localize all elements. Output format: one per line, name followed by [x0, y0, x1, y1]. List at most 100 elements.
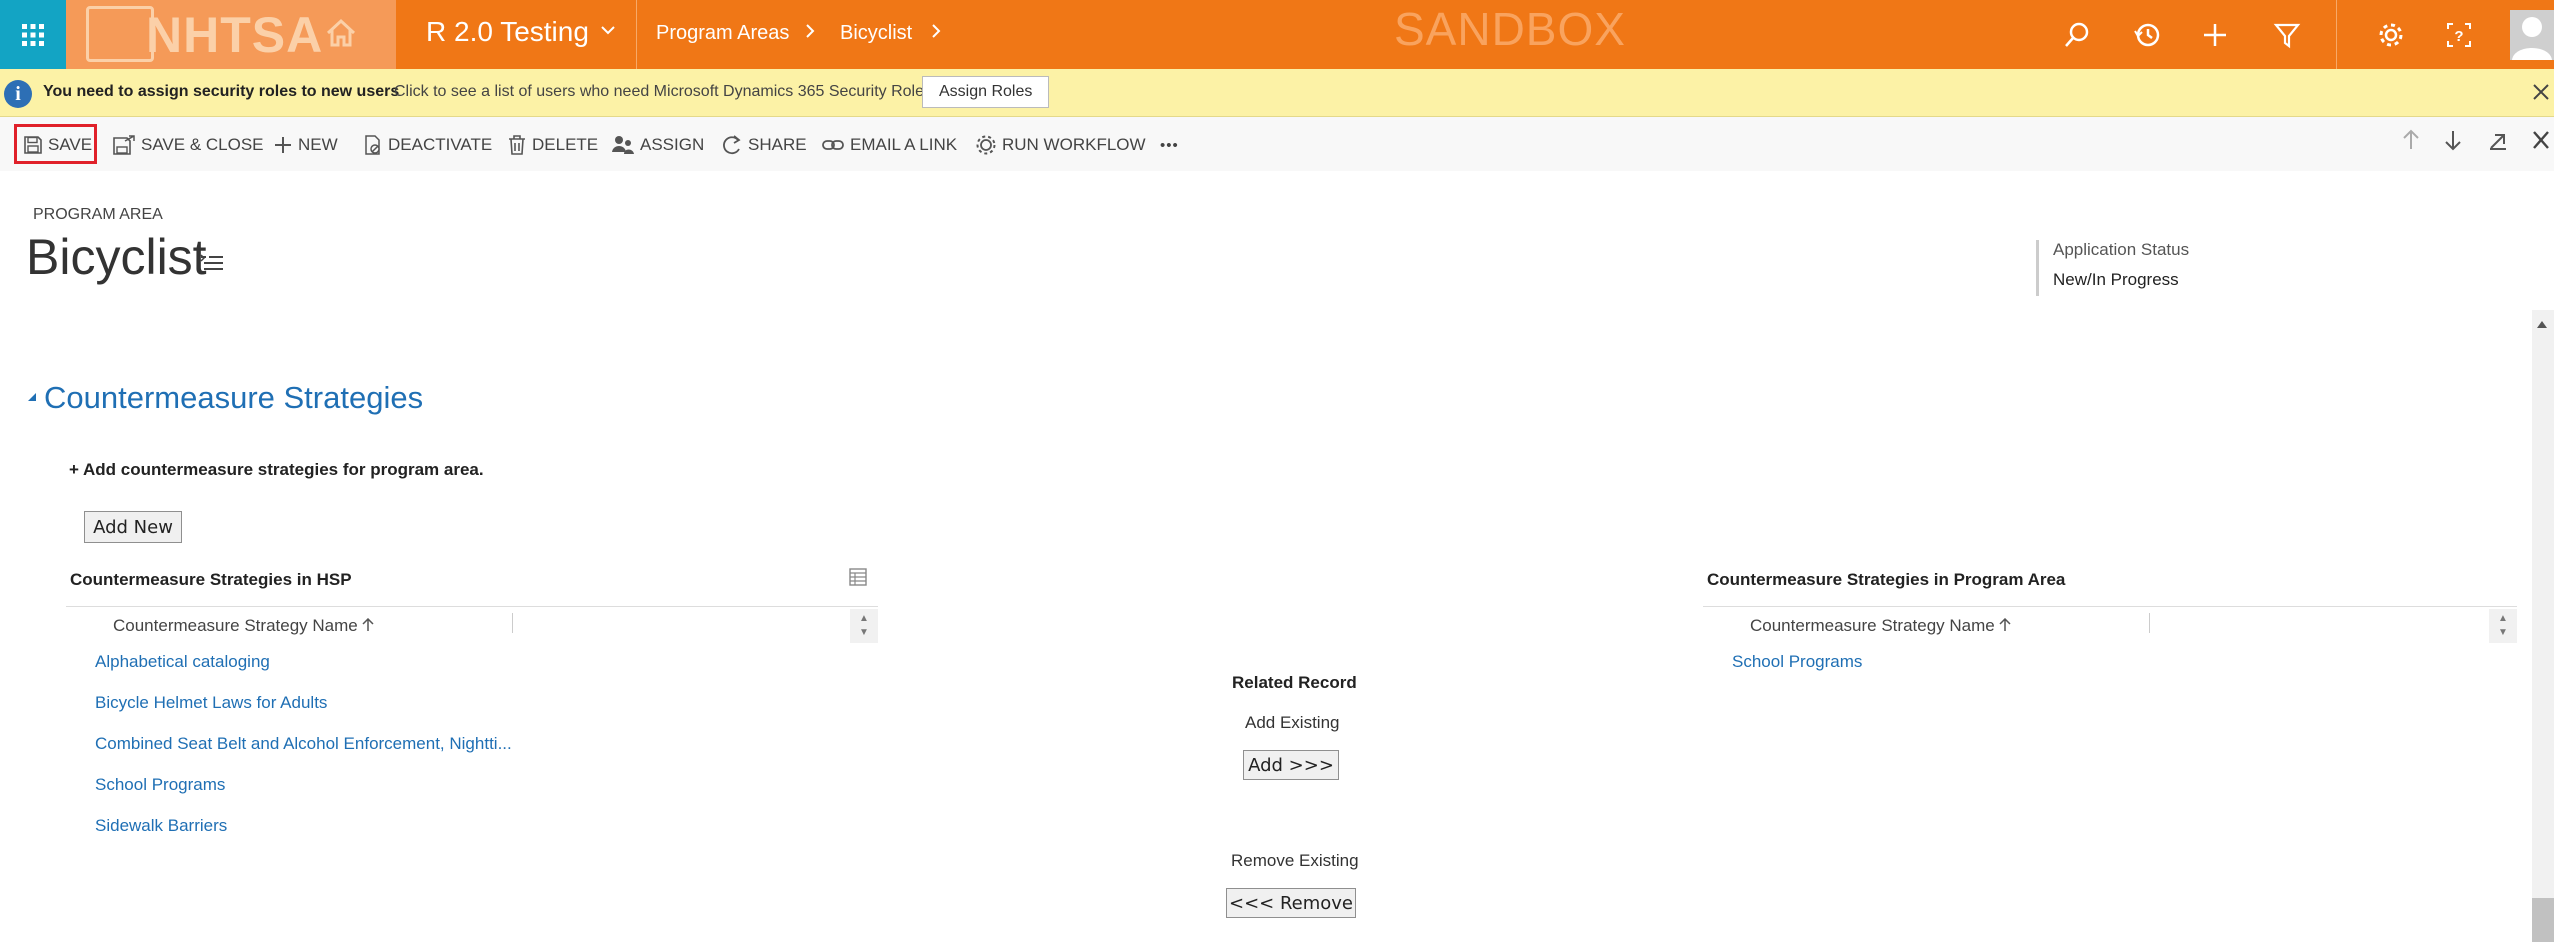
save-close-icon: [113, 135, 135, 155]
deactivate-icon: [365, 135, 380, 155]
application-status-label: Application Status: [2053, 240, 2190, 259]
sandbox-watermark: SANDBOX: [1394, 3, 1626, 55]
share-button[interactable]: SHARE: [722, 131, 807, 159]
assign-roles-button[interactable]: Assign Roles: [922, 76, 1050, 108]
assign-button[interactable]: ASSIGN: [612, 131, 704, 159]
email-link-button[interactable]: EMAIL A LINK: [822, 131, 957, 159]
logo-badge: [86, 6, 154, 62]
plus-icon: [275, 137, 291, 153]
grid-scroll-icon[interactable]: ▲ ▼: [2489, 609, 2517, 643]
column-header-name[interactable]: Countermeasure Strategy Name: [1750, 616, 2011, 636]
plus-icon[interactable]: [2198, 18, 2232, 52]
grid-view-icon[interactable]: [849, 568, 867, 591]
delete-label: DELETE: [532, 135, 599, 154]
deactivate-button[interactable]: DEACTIVATE: [364, 131, 492, 159]
save-label: SAVE: [48, 135, 93, 154]
scrollbar-thumb[interactable]: [2532, 898, 2554, 942]
column-header-label: Countermeasure Strategy Name: [113, 616, 358, 635]
share-label: SHARE: [748, 135, 807, 154]
divider: [636, 0, 637, 69]
column-header-name[interactable]: Countermeasure Strategy Name: [113, 616, 374, 636]
gear-icon[interactable]: [2374, 18, 2408, 52]
save-icon: [24, 136, 42, 154]
pop-out-icon[interactable]: [2489, 129, 2507, 157]
user-avatar-icon[interactable]: [2510, 10, 2554, 60]
entity-type-label: PROGRAM AREA: [33, 206, 163, 223]
add-new-button[interactable]: Add New: [84, 511, 182, 543]
add-button[interactable]: Add >>>: [1243, 750, 1339, 780]
divider: [2336, 0, 2337, 69]
waffle-icon[interactable]: [0, 0, 66, 69]
section-title[interactable]: Countermeasure Strategies: [44, 380, 423, 416]
command-bar: SAVE SAVE & CLOSE NEW DEACTIVATE DELETE …: [0, 117, 2554, 171]
breadcrumb-program-areas[interactable]: Program Areas: [656, 22, 789, 45]
hsp-grid-header: Countermeasure Strategy Name ▲ ▼: [66, 606, 878, 643]
nhtsa-logo[interactable]: NHTSA: [66, 0, 396, 69]
history-icon[interactable]: [2130, 18, 2164, 52]
program-area-row-link[interactable]: School Programs: [1732, 652, 1862, 672]
remove-button[interactable]: <<< Remove: [1226, 888, 1356, 918]
column-header-label: Countermeasure Strategy Name: [1750, 616, 1995, 635]
hsp-row-link[interactable]: Sidewalk Barriers: [95, 816, 227, 836]
vertical-scrollbar[interactable]: [2532, 310, 2554, 942]
svg-text:?: ?: [2454, 28, 2463, 45]
link-icon: [822, 140, 844, 150]
hsp-row-link[interactable]: Combined Seat Belt and Alcohol Enforceme…: [95, 734, 512, 754]
logo-text: NHTSA: [146, 6, 324, 63]
breadcrumb-bicyclist[interactable]: Bicyclist: [840, 22, 912, 45]
application-status-value: New/In Progress: [2053, 270, 2179, 289]
column-divider[interactable]: [512, 613, 513, 633]
sort-ascending-icon: [1999, 617, 2011, 631]
program-area-grid-title: Countermeasure Strategies in Program Are…: [1707, 570, 2066, 589]
record-title: Bicyclist: [26, 229, 207, 285]
program-area-grid-header: Countermeasure Strategy Name ▲ ▼: [1703, 606, 2517, 643]
sort-ascending-icon: [362, 617, 374, 631]
related-record-title: Related Record: [1232, 673, 1357, 692]
notification-detail-link[interactable]: Click to see a list of users who need Mi…: [394, 83, 936, 101]
new-button[interactable]: NEW: [274, 131, 338, 159]
chevron-right-icon[interactable]: [930, 22, 942, 46]
chevron-down-icon[interactable]: [600, 22, 616, 43]
new-label: NEW: [298, 135, 338, 154]
hsp-row-link[interactable]: Alphabetical cataloging: [95, 652, 270, 672]
info-icon: i: [4, 80, 32, 108]
scroll-up-icon[interactable]: [2536, 316, 2548, 332]
run-workflow-button[interactable]: RUN WORKFLOW: [976, 131, 1146, 159]
close-icon[interactable]: [2532, 77, 2550, 108]
arrow-down-icon[interactable]: [2444, 129, 2462, 158]
run-workflow-label: RUN WORKFLOW: [1002, 135, 1146, 154]
email-link-label: EMAIL A LINK: [850, 135, 958, 154]
environment-name[interactable]: R 2.0 Testing: [426, 16, 589, 48]
more-commands-button[interactable]: •••: [1160, 131, 1179, 159]
save-button[interactable]: SAVE: [24, 131, 92, 159]
add-strategies-hint: + Add countermeasure strategies for prog…: [69, 460, 484, 479]
deactivate-label: DEACTIVATE: [388, 135, 493, 154]
form-selector-icon[interactable]: [200, 254, 224, 277]
hsp-row-link[interactable]: Bicycle Helmet Laws for Adults: [95, 693, 327, 713]
delete-button[interactable]: DELETE: [508, 131, 598, 159]
chevron-right-icon: [804, 22, 816, 46]
filter-icon[interactable]: [2270, 18, 2304, 52]
search-icon[interactable]: [2060, 18, 2094, 52]
share-icon: [723, 135, 741, 155]
save-close-button[interactable]: SAVE & CLOSE: [113, 131, 264, 159]
notification-bar: i You need to assign security roles to n…: [0, 69, 2554, 117]
assign-label: ASSIGN: [640, 135, 705, 154]
arrow-up-icon[interactable]: [2402, 129, 2420, 158]
home-icon[interactable]: [324, 16, 358, 55]
grid-scroll-icon[interactable]: ▲ ▼: [850, 609, 878, 643]
add-existing-label: Add Existing: [1245, 713, 1340, 732]
close-form-icon[interactable]: [2532, 129, 2550, 157]
application-status-field: Application Status New/In Progress: [2036, 240, 2189, 296]
assign-icon: [612, 136, 634, 154]
workflow-icon: [976, 135, 996, 155]
hsp-row-link[interactable]: School Programs: [95, 775, 225, 795]
trash-icon: [509, 135, 525, 155]
help-icon[interactable]: ?: [2442, 18, 2476, 52]
save-close-label: SAVE & CLOSE: [141, 135, 264, 154]
collapse-triangle-icon[interactable]: [26, 390, 38, 406]
top-navigation-bar: NHTSA R 2.0 Testing Program Areas Bicycl…: [0, 0, 2554, 69]
remove-existing-label: Remove Existing: [1231, 851, 1359, 870]
column-divider[interactable]: [2149, 613, 2150, 633]
notification-message: You need to assign security roles to new…: [43, 83, 400, 100]
